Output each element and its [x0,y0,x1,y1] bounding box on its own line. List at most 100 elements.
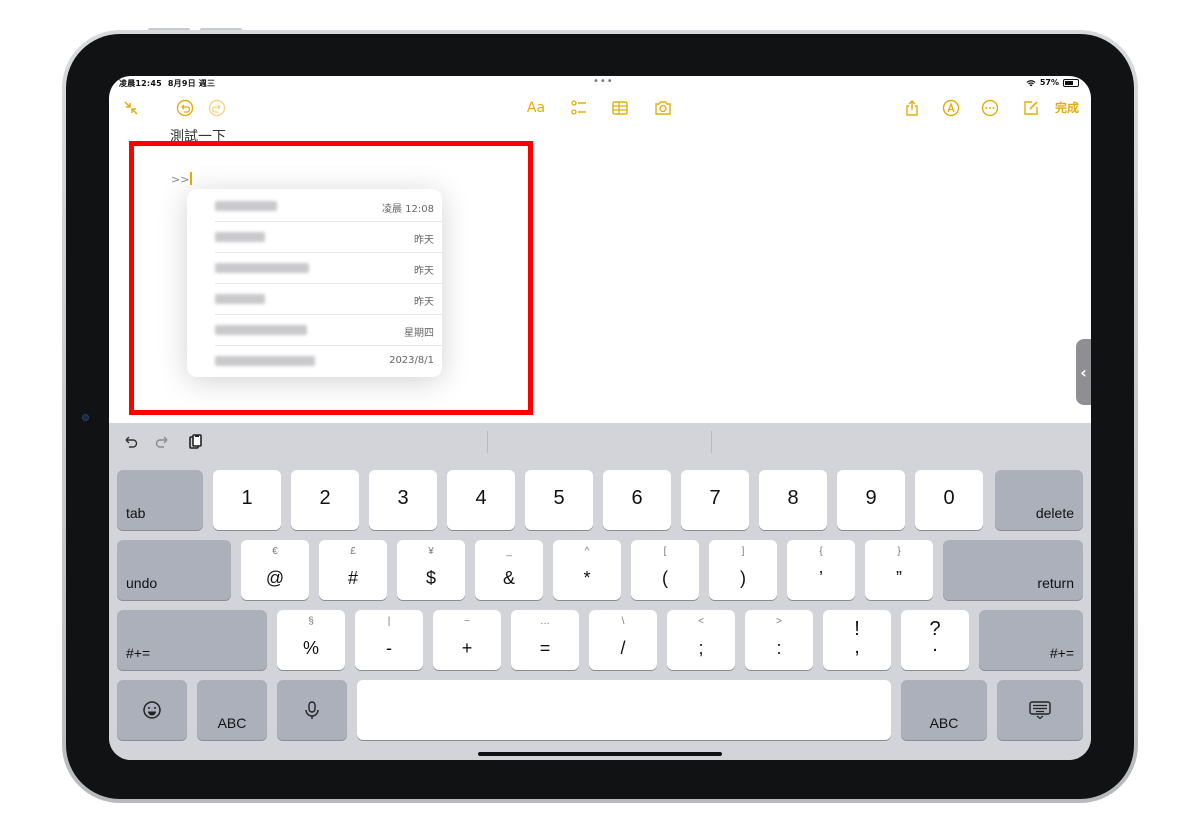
suggestion-row[interactable]: 昨天 [187,253,442,284]
key-asterisk[interactable]: ^ * [553,540,621,600]
done-button[interactable]: 完成 [1055,99,1079,116]
suggestion-row[interactable]: 昨天 [187,284,442,315]
key-label: 1 [241,487,253,509]
key-plus[interactable]: ~ + [433,610,501,670]
more-symbols-key-left[interactable]: #+= [117,610,267,670]
key-open-paren[interactable]: [( [631,540,699,600]
key-hyphen[interactable]: | - [355,610,423,670]
format-button[interactable]: Aa [523,96,549,120]
battery-icon [1063,78,1079,87]
keyboard-hide-icon [997,680,1083,740]
suggestion-row[interactable]: 昨天 [187,222,442,253]
redo-icon[interactable] [205,96,229,120]
status-bar: 凌晨12:45 8月9日 週三 ••• 57% [109,76,1091,90]
dismiss-keyboard-key[interactable] [997,680,1083,740]
key-9[interactable]: 9 [837,470,905,530]
bar-divider [487,431,488,453]
key-percent[interactable]: §% [277,610,345,670]
key-ampersand[interactable]: _ & [475,540,543,600]
key-exclamation[interactable]: !, [823,610,891,670]
more-symbols-label: #+= [126,645,151,661]
key-7[interactable]: 7 [681,470,749,530]
key-1[interactable]: 1 [213,470,281,530]
wifi-icon [1026,79,1036,86]
suggestion-row[interactable]: 凌晨 12:08 [187,191,442,222]
key-semicolon[interactable]: <; [667,610,735,670]
keyboard-undo-icon[interactable] [122,433,140,451]
key-question[interactable]: ?. [901,610,969,670]
key-close-paren[interactable]: ]) [709,540,777,600]
key-quote[interactable]: }” [865,540,933,600]
suggestion-row[interactable]: 星期四 [187,315,442,346]
undo-icon[interactable] [173,96,197,120]
redacted-note-title [215,201,277,211]
chevron-left-icon: ‹ [1080,362,1087,382]
key-equals[interactable]: … = [511,610,579,670]
suggestion-date: 星期四 [404,328,434,339]
key-6[interactable]: 6 [603,470,671,530]
key-label: 2 [319,487,331,509]
emoji-key[interactable] [117,680,187,740]
key-alt-label: < [698,616,704,627]
key-at[interactable]: € @ [241,540,309,600]
key-alt-label: } [897,546,901,557]
key-0[interactable]: 0 [915,470,983,530]
note-typed-text[interactable]: >> [171,172,192,186]
checklist-icon[interactable] [567,96,591,120]
key-label: 0 [943,487,955,509]
space-key[interactable] [357,680,891,740]
key-8[interactable]: 8 [759,470,827,530]
key-hash[interactable]: £ # [319,540,387,600]
key-label: ” [896,568,902,588]
key-colon[interactable]: >: [745,610,813,670]
key-alt-label: . [932,634,938,656]
ipad-screen: 凌晨12:45 8月9日 週三 ••• 57% Aa 完成 測試一下 >> 凌晨… [109,76,1091,760]
delete-key[interactable]: delete [995,470,1083,530]
collapse-icon[interactable] [119,96,143,120]
key-alt-label: £ [350,546,356,557]
key-alt-label: \ [621,616,625,627]
key-alt-label: | [387,616,391,627]
abc-key-right[interactable]: ABC [901,680,987,740]
key-5[interactable]: 5 [525,470,593,530]
typed-link-trigger: >> [171,173,190,186]
share-icon[interactable] [900,96,924,120]
paste-icon[interactable] [186,433,204,451]
key-alt-label: ^ [584,546,590,557]
camera-icon[interactable] [651,96,675,120]
key-label: # [347,568,358,588]
dictation-key[interactable] [277,680,347,740]
key-dollar[interactable]: ¥ $ [397,540,465,600]
status-time-date: 凌晨12:45 8月9日 週三 [119,78,221,89]
keyboard-shortcut-bar [109,423,1091,461]
key-apostrophe[interactable]: {’ [787,540,855,600]
more-symbols-label: #+= [1049,645,1074,661]
suggestion-row[interactable]: 2023/8/1 [187,346,442,377]
more-symbols-key-right[interactable]: #+= [979,610,1083,670]
return-key[interactable]: return [943,540,1083,600]
key-3[interactable]: 3 [369,470,437,530]
key-label: ( [662,568,668,588]
key-label: 9 [865,487,877,509]
tab-key[interactable]: tab [117,470,203,530]
sidebar-handle[interactable]: ‹ [1076,339,1091,405]
home-indicator[interactable] [478,752,722,756]
notes-toolbar: Aa 完成 [109,96,1091,122]
multitasking-dots-icon[interactable]: ••• [593,76,614,87]
key-label: $ [425,568,436,588]
key-4[interactable]: 4 [447,470,515,530]
undo-key[interactable]: undo [117,540,231,600]
compose-icon[interactable] [1019,96,1043,120]
key-label: + [461,638,473,658]
abc-key-left[interactable]: ABC [197,680,267,740]
keyboard-redo-icon[interactable] [153,433,171,451]
key-2[interactable]: 2 [291,470,359,530]
status-right: 57% [1026,78,1079,87]
key-alt-label: [ [663,546,667,557]
return-key-label: return [1037,575,1074,591]
markup-icon[interactable] [939,96,963,120]
key-slash[interactable]: \ / [589,610,657,670]
more-icon[interactable] [978,96,1002,120]
table-icon[interactable] [608,96,632,120]
key-label: : [776,638,782,658]
